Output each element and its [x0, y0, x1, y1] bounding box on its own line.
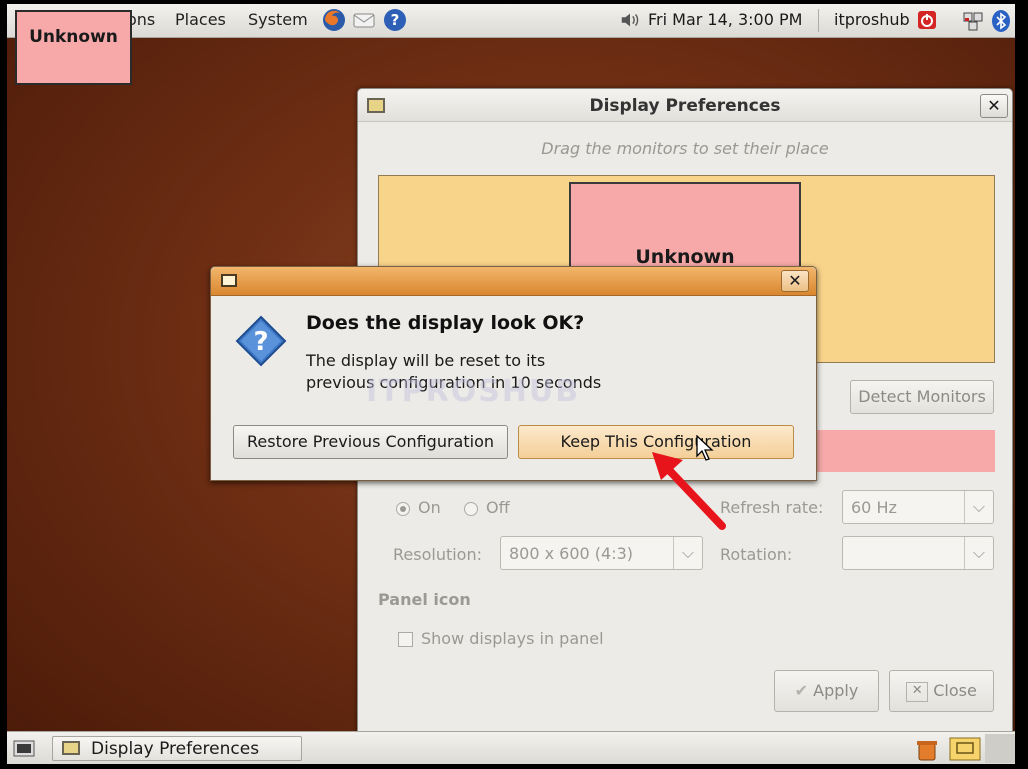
taskbar-label: Display Preferences: [91, 739, 260, 759]
refresh-rate-value: 60 Hz: [851, 498, 897, 517]
system-menu[interactable]: System: [248, 10, 308, 29]
network-icon[interactable]: [962, 10, 984, 32]
detect-monitors-button[interactable]: Detect Monitors: [850, 380, 994, 414]
help-icon[interactable]: ?: [383, 8, 407, 32]
chevron-down-icon: ⌵: [964, 537, 993, 569]
dialog-close-icon[interactable]: ✕: [781, 270, 809, 292]
refresh-rate-label: Refresh rate:: [720, 498, 824, 517]
on-radio[interactable]: On: [396, 498, 441, 517]
resolution-select[interactable]: 800 x 600 (4:3) ⌵: [500, 536, 703, 570]
mail-icon[interactable]: [352, 8, 376, 32]
clock[interactable]: Fri Mar 14, 3:00 PM: [648, 10, 802, 29]
watermark: ITPROSHUB: [366, 374, 581, 409]
display-icon: [62, 741, 80, 755]
chevron-down-icon: ⌵: [673, 537, 702, 569]
apply-button[interactable]: ✔ Apply: [774, 670, 879, 712]
panel-separator: [818, 9, 819, 32]
taskbar-display-preferences[interactable]: Display Preferences: [52, 736, 302, 761]
workspace-switcher-icon[interactable]: [949, 737, 981, 761]
radio-on-icon: [396, 501, 410, 516]
close-button[interactable]: ✕ Close: [889, 670, 994, 712]
workspace-2[interactable]: [985, 734, 1015, 763]
refresh-rate-select[interactable]: 60 Hz ⌵: [842, 490, 994, 524]
radio-off-icon: [464, 501, 478, 516]
prefs-titlebar[interactable]: Display Preferences ✕: [358, 89, 1012, 122]
monitor-overlay-label: Unknown: [15, 10, 132, 85]
svg-text:?: ?: [253, 327, 268, 357]
rotation-select[interactable]: ⌵: [842, 536, 994, 570]
off-label: Off: [486, 498, 510, 517]
checkbox-icon: [398, 632, 413, 647]
dialog-window-icon: [221, 274, 237, 287]
on-label: On: [418, 498, 441, 517]
red-arrow-annotation: [652, 452, 726, 530]
places-menu[interactable]: Places: [175, 10, 226, 29]
restore-previous-button[interactable]: Restore Previous Configuration: [233, 425, 508, 459]
close-icon: ✕: [906, 681, 929, 702]
show-displays-checkbox[interactable]: Show displays in panel: [398, 629, 604, 648]
off-radio[interactable]: Off: [464, 498, 510, 517]
rotation-label: Rotation:: [720, 545, 793, 564]
shutdown-icon[interactable]: [917, 10, 937, 30]
show-displays-label: Show displays in panel: [421, 629, 604, 648]
trash-icon[interactable]: [915, 738, 939, 762]
bottom-panel: Display Preferences: [7, 731, 1015, 764]
svg-text:?: ?: [391, 11, 400, 29]
monitor-name-bar: [803, 430, 995, 472]
resolution-value: 800 x 600 (4:3): [509, 544, 634, 563]
prefs-close-icon[interactable]: ✕: [980, 94, 1008, 118]
mouse-cursor-icon: [696, 435, 714, 461]
show-desktop-icon[interactable]: [13, 739, 35, 759]
apply-label: Apply: [813, 681, 859, 700]
dialog-titlebar[interactable]: ✕: [211, 267, 816, 296]
volume-icon[interactable]: [619, 9, 641, 31]
user-name[interactable]: itproshub: [834, 10, 910, 29]
resolution-label: Resolution:: [393, 545, 482, 564]
close-label: Close: [933, 681, 977, 700]
desktop: ons Places System ? Fri Mar 14, 3:00 PM …: [7, 4, 1015, 764]
prefs-title: Display Preferences: [589, 96, 781, 116]
top-panel: ons Places System ? Fri Mar 14, 3:00 PM …: [7, 4, 1015, 38]
bluetooth-icon[interactable]: [991, 9, 1011, 33]
check-icon: ✔: [794, 681, 809, 700]
panel-icon-heading: Panel icon: [378, 590, 471, 609]
drag-hint: Drag the monitors to set their place: [541, 139, 829, 158]
dialog-heading: Does the display look OK?: [306, 312, 585, 334]
dialog-message-line1: The display will be reset to its: [306, 351, 546, 370]
firefox-icon[interactable]: [322, 8, 346, 32]
question-icon: ?: [235, 315, 287, 367]
chevron-down-icon: ⌵: [964, 491, 993, 523]
